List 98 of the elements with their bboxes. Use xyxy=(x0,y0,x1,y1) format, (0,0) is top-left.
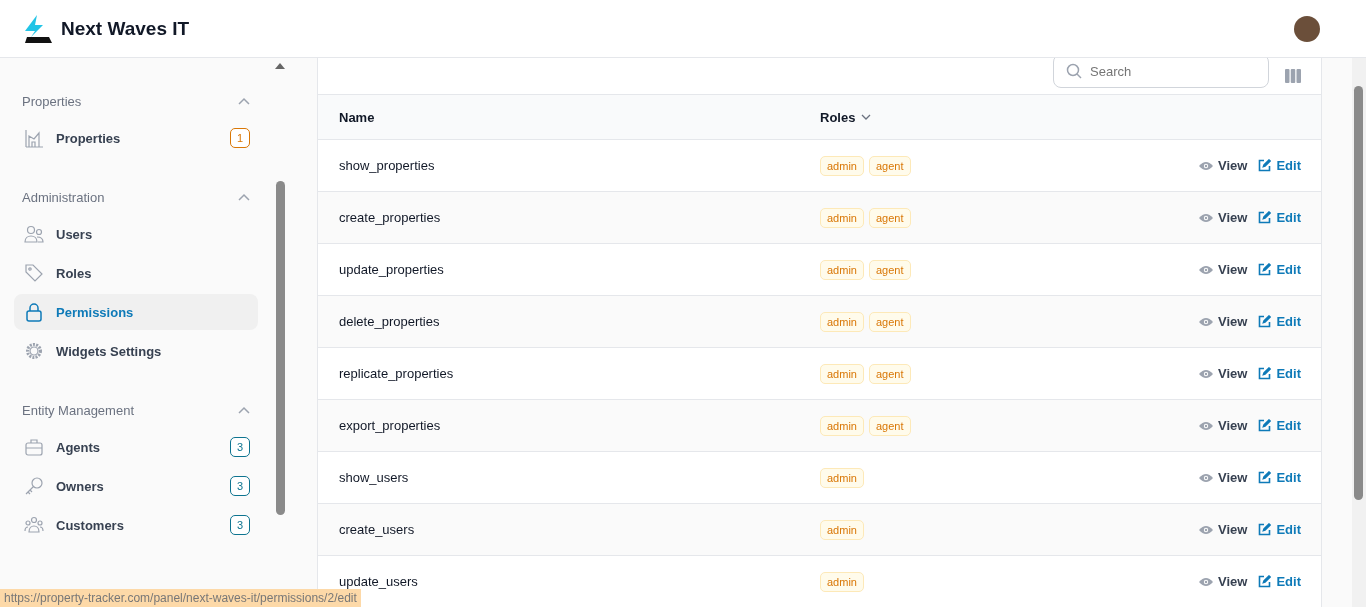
edit-icon xyxy=(1258,315,1272,328)
nav-item[interactable]: Owners 3 xyxy=(14,468,258,504)
role-tag: agent xyxy=(868,363,911,384)
edit-link[interactable]: Edit xyxy=(1258,210,1301,225)
role-tag: admin xyxy=(820,155,864,176)
edit-link[interactable]: Edit xyxy=(1258,574,1301,589)
role-tag: admin xyxy=(820,467,864,488)
edit-link[interactable]: Edit xyxy=(1258,522,1301,537)
gear-icon xyxy=(24,341,44,361)
role-tag: admin xyxy=(820,519,864,540)
column-header[interactable]: Roles xyxy=(820,109,856,125)
lock-icon xyxy=(24,302,44,322)
briefcase-icon xyxy=(24,437,44,457)
view-link[interactable]: View xyxy=(1199,418,1248,433)
eye-icon xyxy=(1199,160,1214,171)
role-tag: admin xyxy=(820,259,864,280)
count-badge: 3 xyxy=(230,437,250,457)
user-group-icon xyxy=(24,515,44,535)
edit-link[interactable]: Edit xyxy=(1258,470,1301,485)
view-link[interactable]: View xyxy=(1199,470,1248,485)
table-cell: replicate_properties xyxy=(339,366,454,381)
role-tag: admin xyxy=(820,415,864,436)
scroll-up-arrow-icon[interactable] xyxy=(275,63,285,69)
table-cell: update_properties xyxy=(339,262,444,277)
eye-icon xyxy=(1199,264,1214,275)
section-title: Entity Management xyxy=(22,402,134,418)
nav-item[interactable]: Customers 3 xyxy=(14,507,258,543)
edit-link[interactable]: Edit xyxy=(1258,366,1301,381)
eye-icon xyxy=(1199,524,1214,535)
role-tag: admin xyxy=(820,207,864,228)
edit-icon xyxy=(1258,575,1272,588)
nav-item[interactable]: Properties 1 xyxy=(14,120,258,156)
edit-icon xyxy=(1258,419,1272,432)
edit-icon xyxy=(1258,523,1272,536)
edit-link[interactable]: Edit xyxy=(1258,262,1301,277)
edit-link[interactable]: Edit xyxy=(1258,314,1301,329)
table-cell: show_properties xyxy=(339,158,435,173)
search-field[interactable]: Search xyxy=(1053,58,1269,88)
status-url: https://property-tracker.com/panel/next-waves-it/permissions/2/edit xyxy=(0,589,361,607)
eye-icon xyxy=(1199,420,1214,431)
scrollbar-thumb[interactable] xyxy=(1354,86,1363,500)
columns-icon[interactable] xyxy=(1285,69,1301,83)
nav-item[interactable]: Roles xyxy=(14,255,258,291)
edit-icon xyxy=(1258,471,1272,484)
key-icon xyxy=(24,476,44,496)
role-tag: agent xyxy=(868,155,911,176)
lightning-logo-icon xyxy=(23,14,53,43)
table-cell: export_properties xyxy=(339,418,441,433)
nav-item[interactable]: Users xyxy=(14,216,258,252)
avatar[interactable] xyxy=(1294,15,1320,42)
tag-icon xyxy=(24,263,44,283)
eye-icon xyxy=(1199,316,1214,327)
eye-icon xyxy=(1199,212,1214,223)
eye-icon xyxy=(1199,576,1214,587)
role-tag: admin xyxy=(820,311,864,332)
nav-item[interactable]: Agents 3 xyxy=(14,429,258,465)
role-tag: agent xyxy=(868,207,911,228)
section-title: Administration xyxy=(22,189,105,205)
edit-icon xyxy=(1258,211,1272,224)
count-badge: 3 xyxy=(230,476,250,496)
view-link[interactable]: View xyxy=(1199,158,1248,173)
nav-item[interactable]: Permissions xyxy=(14,294,258,330)
table-cell: delete_properties xyxy=(339,314,440,329)
edit-link[interactable]: Edit xyxy=(1258,158,1301,173)
building-chart-icon xyxy=(24,128,44,148)
table-cell: create_properties xyxy=(339,210,441,225)
view-link[interactable]: View xyxy=(1199,574,1248,589)
role-tag: agent xyxy=(868,415,911,436)
count-badge: 1 xyxy=(230,128,250,148)
table-cell: show_users xyxy=(339,470,409,485)
role-tag: agent xyxy=(868,259,911,280)
role-tag: agent xyxy=(868,311,911,332)
view-link[interactable]: View xyxy=(1199,522,1248,537)
count-badge: 3 xyxy=(230,515,250,535)
view-link[interactable]: View xyxy=(1199,314,1248,329)
edit-icon xyxy=(1258,367,1272,380)
edit-icon xyxy=(1258,159,1272,172)
view-link[interactable]: View xyxy=(1199,262,1248,277)
role-tag: admin xyxy=(820,363,864,384)
table-cell: update_users xyxy=(339,574,418,589)
nav-item[interactable]: Widgets Settings xyxy=(14,333,258,369)
view-link[interactable]: View xyxy=(1199,210,1248,225)
table-cell: create_users xyxy=(339,522,415,537)
chevron-up-icon[interactable] xyxy=(238,97,250,105)
chevron-up-icon[interactable] xyxy=(238,193,250,201)
chevron-up-icon[interactable] xyxy=(238,406,250,414)
brand-name: Next Waves IT xyxy=(61,17,190,40)
role-tag: admin xyxy=(820,571,864,592)
scrollbar-thumb[interactable] xyxy=(276,181,285,515)
users-icon xyxy=(24,224,44,244)
column-header: Name xyxy=(339,109,375,125)
edit-link[interactable]: Edit xyxy=(1258,418,1301,433)
sort-chevron-icon[interactable] xyxy=(861,114,872,120)
eye-icon xyxy=(1199,472,1214,483)
section-title: Properties xyxy=(22,93,82,109)
eye-icon xyxy=(1199,368,1214,379)
view-link[interactable]: View xyxy=(1199,366,1248,381)
edit-icon xyxy=(1258,263,1272,276)
